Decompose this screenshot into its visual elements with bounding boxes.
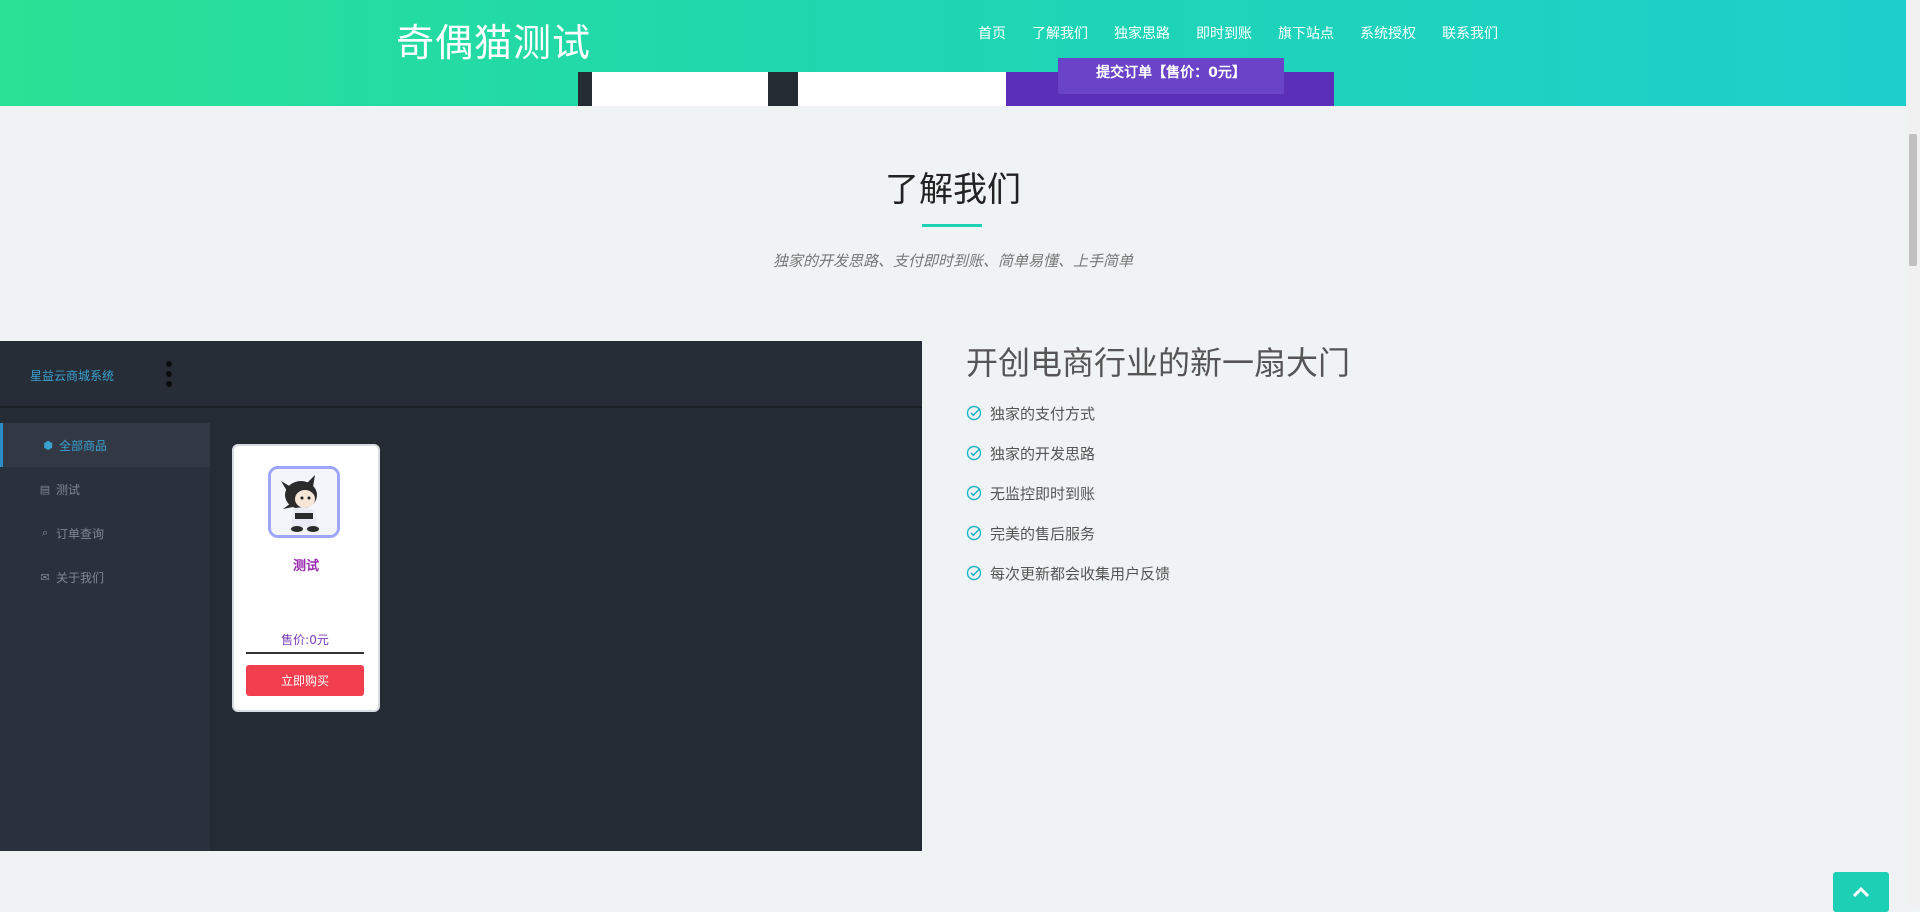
nav-link-license[interactable]: 系统授权 xyxy=(1360,23,1416,43)
id-card-icon: ▤ xyxy=(39,482,51,496)
shop-demo-screenshot: 星益云商城系统 ⬢ 全部商品 ▤ 测试 ⌕ 订单查询 ✉ 关于我们 测试 售价:… xyxy=(0,341,922,851)
envelope-icon: ✉ xyxy=(40,570,50,584)
nav-link-instant[interactable]: 即时到账 xyxy=(1196,23,1252,43)
list-item: 无监控即时到账 xyxy=(966,483,1170,523)
feature-label: 每次更新都会收集用户反馈 xyxy=(990,565,1171,583)
scrollbar-thumb[interactable] xyxy=(1909,134,1917,266)
check-circle-icon xyxy=(966,525,982,541)
nav-link-ideas[interactable]: 独家思路 xyxy=(1114,23,1170,43)
more-vertical-icon xyxy=(166,361,174,387)
demo-sidebar-label: 测试 xyxy=(56,482,81,497)
list-item: 独家的开发思路 xyxy=(966,443,1170,483)
product-name: 测试 xyxy=(292,559,319,574)
section-subtitle: 独家的开发思路、支付即时到账、简单易懂、上手简单 xyxy=(772,252,1133,270)
list-item: 完美的售后服务 xyxy=(966,523,1170,563)
nav-link-about[interactable]: 了解我们 xyxy=(1032,23,1088,43)
preview-submit-order-button: 提交订单【售价：0元】 xyxy=(1058,58,1284,94)
check-circle-icon xyxy=(966,445,982,461)
demo-sidebar: ⬢ 全部商品 ▤ 测试 ⌕ 订单查询 ✉ 关于我们 xyxy=(0,423,210,851)
preview-strip xyxy=(592,72,768,106)
list-item: 独家的支付方式 xyxy=(966,403,1170,443)
preview-strip xyxy=(768,72,798,106)
nav-link-home[interactable]: 首页 xyxy=(978,23,1006,43)
demo-header: 星益云商城系统 xyxy=(0,341,922,408)
feature-label: 完美的售后服务 xyxy=(990,525,1096,543)
demo-sidebar-item-test: ▤ 测试 xyxy=(0,467,210,511)
list-item: 每次更新都会收集用户反馈 xyxy=(966,563,1170,603)
product-price: 售价:0元 xyxy=(246,631,364,654)
demo-sidebar-label: 订单查询 xyxy=(56,526,105,541)
section-title: 了解我们 xyxy=(885,170,1021,210)
features-list: 独家的支付方式 独家的开发思路 无监控即时到账 完美的售后服务 每次更新都会收集… xyxy=(966,403,1170,603)
feature-label: 无监控即时到账 xyxy=(990,485,1096,503)
demo-logo: 星益云商城系统 xyxy=(30,369,115,383)
title-divider xyxy=(922,224,982,227)
search-icon: ⌕ xyxy=(41,526,49,539)
nav-link-contact[interactable]: 联系我们 xyxy=(1442,23,1498,43)
product-image xyxy=(268,466,340,538)
demo-sidebar-item-all-products: ⬢ 全部商品 xyxy=(0,423,210,467)
check-circle-icon xyxy=(966,485,982,501)
chevron-up-icon xyxy=(1852,886,1870,898)
top-navbar: 提交订单【售价：0元】 奇偶猫测试 首页 了解我们 独家思路 即时到账 旗下站点… xyxy=(0,0,1906,106)
product-card: 测试 售价:0元 立即购买 xyxy=(232,444,380,712)
nav-link-sites[interactable]: 旗下站点 xyxy=(1278,23,1334,43)
check-circle-icon xyxy=(966,405,982,421)
check-circle-icon xyxy=(966,565,982,581)
demo-sidebar-label: 全部商品 xyxy=(59,438,108,453)
main-nav: 首页 了解我们 独家思路 即时到账 旗下站点 系统授权 联系我们 xyxy=(978,23,1524,43)
feature-label: 独家的支付方式 xyxy=(990,405,1096,423)
preview-strip xyxy=(798,72,1006,106)
page-scrollbar[interactable] xyxy=(1906,0,1920,906)
demo-sidebar-item-order-query: ⌕ 订单查询 xyxy=(0,511,210,555)
cube-icon: ⬢ xyxy=(43,438,53,452)
feature-label: 独家的开发思路 xyxy=(990,445,1096,463)
buy-now-button: 立即购买 xyxy=(246,665,364,696)
preview-strip xyxy=(578,72,592,106)
demo-sidebar-item-about: ✉ 关于我们 xyxy=(0,555,210,599)
site-brand[interactable]: 奇偶猫测试 xyxy=(396,12,591,67)
demo-sidebar-label: 关于我们 xyxy=(56,570,105,585)
features-title: 开创电商行业的新一扇大门 xyxy=(966,344,1351,382)
back-to-top-button[interactable] xyxy=(1833,872,1889,912)
